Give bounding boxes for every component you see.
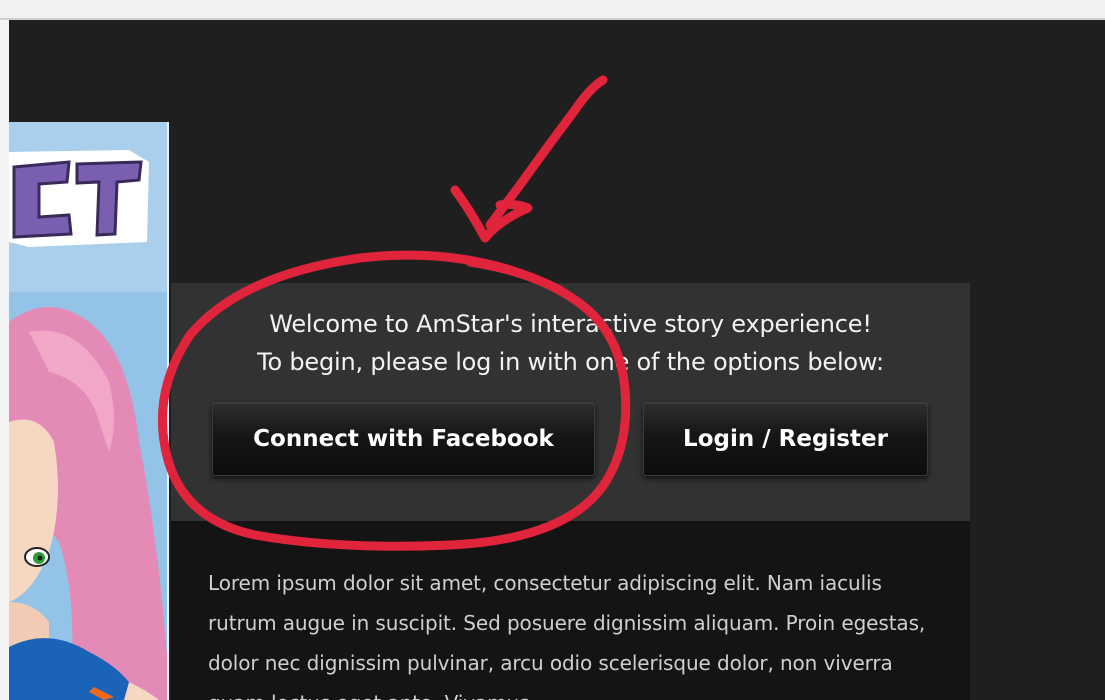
comic-banner-image: CT	[9, 122, 169, 700]
connect-facebook-label: Connect with Facebook	[253, 426, 554, 452]
description-text: Lorem ipsum dolor sit amet, consectetur …	[208, 571, 926, 700]
browser-chrome-strip	[0, 0, 1105, 20]
banner-logo: CT	[9, 150, 149, 247]
connect-facebook-button[interactable]: Connect with Facebook	[212, 402, 595, 476]
login-instructions: To begin, please log in with one of the …	[257, 348, 884, 376]
login-panel: Welcome to AmStar's interactive story ex…	[171, 283, 970, 521]
login-register-button[interactable]: Login / Register	[643, 402, 928, 476]
app-window: CT Welcome to AmStar's interactive story…	[0, 0, 1105, 700]
description-section: Lorem ipsum dolor sit amet, consectetur …	[171, 521, 970, 700]
login-register-label: Login / Register	[683, 426, 888, 452]
welcome-message: Welcome to AmStar's interactive story ex…	[269, 310, 872, 338]
left-edge	[0, 20, 9, 700]
